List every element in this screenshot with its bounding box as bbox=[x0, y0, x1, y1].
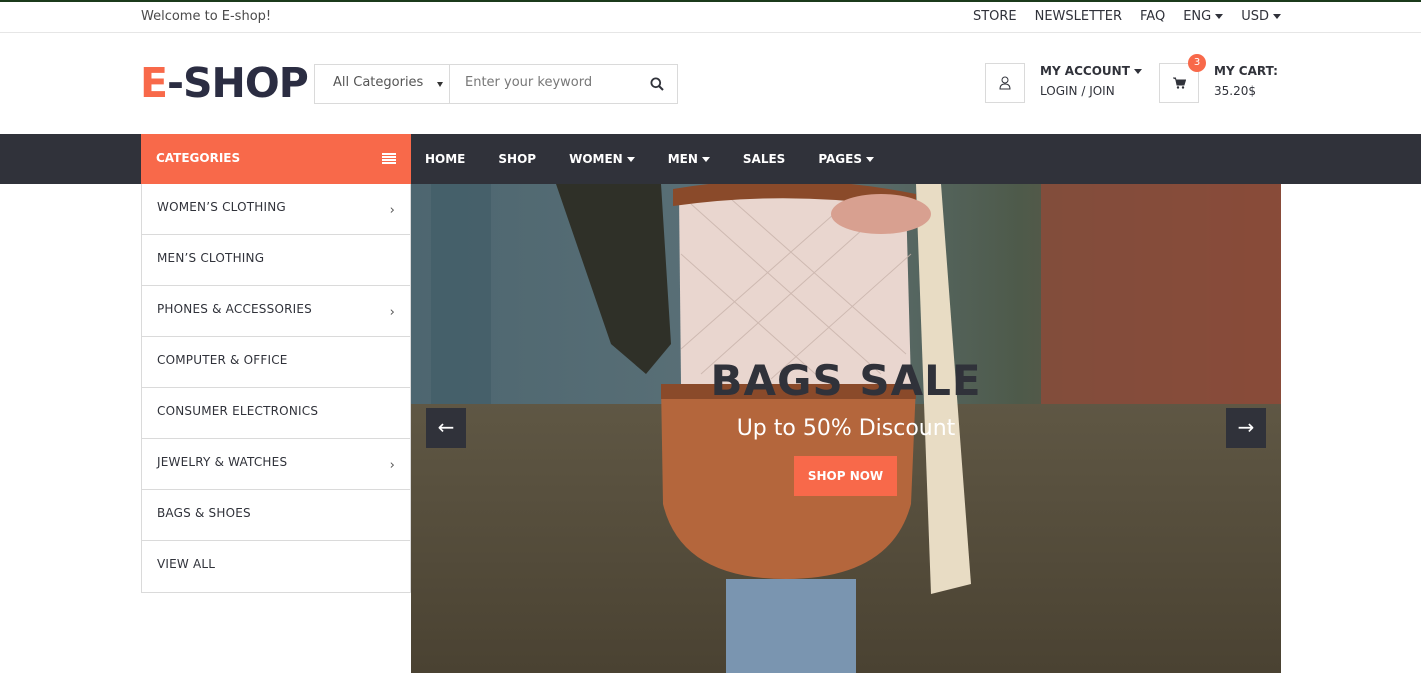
newsletter-link[interactable]: NEWSLETTER bbox=[1035, 9, 1122, 24]
category-item-mens-clothing[interactable]: MEN’S CLOTHING bbox=[142, 235, 410, 286]
category-item-phones-accessories[interactable]: PHONES & ACCESSORIES › bbox=[142, 286, 410, 337]
category-label: PHONES & ACCESSORIES bbox=[157, 302, 312, 316]
nav-pages[interactable]: PAGES bbox=[818, 152, 874, 166]
category-label: CONSUMER ELECTRONICS bbox=[157, 404, 319, 418]
nav-pages-label: PAGES bbox=[818, 152, 862, 166]
store-link[interactable]: STORE bbox=[973, 9, 1017, 24]
category-item-computer-office[interactable]: COMPUTER & OFFICE bbox=[142, 337, 410, 388]
chevron-right-icon: › bbox=[389, 458, 395, 473]
user-icon bbox=[999, 76, 1011, 90]
my-account-label: MY ACCOUNT bbox=[1040, 64, 1130, 78]
nav-men-label: MEN bbox=[667, 152, 698, 166]
category-item-bags-shoes[interactable]: BAGS & SHOES bbox=[142, 490, 410, 541]
arrow-right-icon[interactable]: → bbox=[1226, 408, 1266, 448]
language-label: ENG bbox=[1183, 9, 1212, 24]
categories-label: CATEGORIES bbox=[156, 151, 241, 165]
cart-count-badge: 3 bbox=[1188, 54, 1206, 72]
main-menu: HOME SHOP WOMEN MEN SALES PAGES bbox=[425, 134, 907, 184]
my-account-dropdown[interactable]: MY ACCOUNT bbox=[1040, 64, 1142, 78]
logo[interactable]: E-SHOP bbox=[140, 58, 309, 108]
caret-down-icon bbox=[865, 156, 874, 162]
account-button[interactable] bbox=[985, 63, 1025, 103]
search-bar: All Categories Enter your keyword bbox=[314, 64, 678, 104]
welcome-text: Welcome to E-shop! bbox=[141, 9, 272, 24]
nav-women[interactable]: WOMEN bbox=[569, 152, 635, 166]
shop-now-button[interactable]: SHOP NOW bbox=[794, 456, 897, 496]
caret-down-icon bbox=[701, 156, 710, 162]
category-label: WOMEN’S CLOTHING bbox=[157, 200, 286, 214]
category-item-womens-clothing[interactable]: WOMEN’S CLOTHING › bbox=[142, 184, 410, 235]
category-label: VIEW ALL bbox=[157, 557, 216, 571]
category-label: MEN’S CLOTHING bbox=[157, 251, 265, 265]
language-dropdown[interactable]: ENG bbox=[1183, 9, 1224, 24]
my-cart-label: MY CART: bbox=[1214, 64, 1278, 78]
top-bar: Welcome to E-shop! STORE NEWSLETTER FAQ … bbox=[0, 0, 1421, 33]
arrow-left-icon[interactable]: ← bbox=[426, 408, 466, 448]
chevron-right-icon: › bbox=[389, 305, 395, 320]
login-join-link[interactable]: LOGIN / JOIN bbox=[1040, 84, 1115, 98]
caret-down-icon bbox=[437, 82, 443, 87]
category-item-view-all[interactable]: VIEW ALL bbox=[142, 541, 410, 592]
banner-title: BAGS SALE bbox=[710, 356, 982, 405]
category-label: BAGS & SHOES bbox=[157, 506, 251, 520]
cart-icon bbox=[1172, 77, 1186, 89]
nav-home[interactable]: HOME bbox=[425, 152, 465, 166]
categories-toggle[interactable]: CATEGORIES bbox=[141, 134, 411, 184]
category-item-consumer-electronics[interactable]: CONSUMER ELECTRONICS bbox=[142, 388, 410, 439]
category-list: WOMEN’S CLOTHING › MEN’S CLOTHING PHONES … bbox=[141, 184, 411, 593]
category-item-jewelry-watches[interactable]: JEWELRY & WATCHES › bbox=[142, 439, 410, 490]
hero-banner: BAGS SALE Up to 50% Discount SHOP NOW ← … bbox=[411, 184, 1281, 673]
banner-subtitle: Up to 50% Discount bbox=[736, 416, 956, 441]
faq-link[interactable]: FAQ bbox=[1140, 9, 1165, 24]
chevron-right-icon: › bbox=[389, 203, 395, 218]
logo-text: -SHOP bbox=[167, 59, 309, 107]
currency-label: USD bbox=[1241, 9, 1269, 24]
category-label: JEWELRY & WATCHES bbox=[157, 455, 288, 469]
logo-accent: E bbox=[140, 59, 168, 107]
search-icon bbox=[650, 77, 664, 91]
top-links: STORE NEWSLETTER FAQ ENG USD bbox=[955, 9, 1281, 24]
caret-down-icon bbox=[1273, 14, 1281, 19]
category-select-value: All Categories bbox=[333, 75, 424, 90]
nav-shop[interactable]: SHOP bbox=[498, 152, 536, 166]
search-input[interactable]: Enter your keyword bbox=[450, 65, 637, 103]
category-label: COMPUTER & OFFICE bbox=[157, 353, 288, 367]
nav-sales[interactable]: SALES bbox=[743, 152, 785, 166]
menu-bars-icon bbox=[382, 153, 396, 164]
nav-men[interactable]: MEN bbox=[668, 152, 710, 166]
caret-down-icon bbox=[626, 156, 635, 162]
nav-women-label: WOMEN bbox=[569, 152, 623, 166]
cart-total: 35.20$ bbox=[1214, 84, 1256, 98]
category-select[interactable]: All Categories bbox=[315, 65, 450, 103]
currency-dropdown[interactable]: USD bbox=[1241, 9, 1281, 24]
caret-down-icon bbox=[1215, 14, 1224, 19]
caret-down-icon bbox=[1133, 68, 1142, 74]
search-button[interactable] bbox=[637, 65, 677, 103]
